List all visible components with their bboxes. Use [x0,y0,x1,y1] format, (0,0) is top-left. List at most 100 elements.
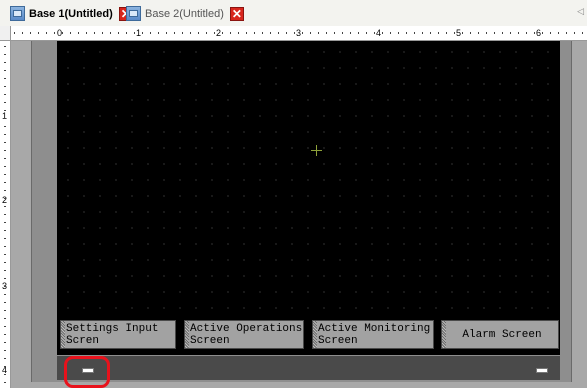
ruler-tick [534,32,535,34]
ruler-tick [374,32,375,34]
ruler-tick [254,32,255,34]
tab-label: Base 1(Untitled) [29,7,113,20]
ruler-tick [574,32,575,34]
ruler-tick [4,294,6,295]
ruler-tick [494,32,495,34]
ruler-tick [430,32,431,34]
base-screen-canvas[interactable] [57,41,560,315]
ruler-tick [4,270,6,271]
ruler-label: 1 [2,111,8,121]
ruler-tick [4,182,6,183]
tab-scroll-left-icon[interactable]: ◁ [577,6,584,17]
ruler-tick [270,32,271,34]
ruler-tick [4,318,6,319]
ruler-tick [102,32,103,34]
ruler-tick [4,78,6,79]
ruler-tick [4,350,6,351]
button-label-line: Screen [318,335,358,347]
button-label-line: Active Operations [190,323,303,335]
ruler-tick [582,32,583,34]
ruler-tick [4,158,6,159]
ruler-tick [4,62,6,63]
ruler-tick [4,214,6,215]
tab-label: Base 2(Untitled) [145,7,224,20]
ruler-tick [486,32,487,34]
button-label-line: Settings Input [66,323,159,335]
tab-base-2[interactable]: Base 2(Untitled) ✕ [126,3,244,24]
ruler-tick [4,190,6,191]
ruler-tick [222,32,223,34]
ruler-tick [174,32,175,34]
ruler-tick [4,222,6,223]
ruler-tick [4,262,6,263]
ruler-tick [454,32,455,34]
ruler-tick [4,54,6,55]
ruler-tick [94,32,95,34]
ruler-tick [4,174,6,175]
screen-icon [126,6,141,21]
ruler-tick [4,358,6,359]
ruler-tick [502,32,503,34]
ruler-tick [158,32,159,34]
ruler-label: 3 [296,28,302,38]
ruler-tick [198,32,199,34]
ruler-tick [246,32,247,34]
ruler-label: 2 [216,28,222,38]
ruler-tick [62,32,63,34]
ruler-tick [22,32,23,34]
editor-tab-bar: Base 1(Untitled) ✕ Base 2(Untitled) ✕ ◁ [0,0,587,27]
alarm-screen-button[interactable]: Alarm Screen [441,320,559,349]
ruler-tick [334,32,335,34]
ruler-tick [4,86,6,87]
ruler-tick [326,32,327,34]
ruler-tick [390,32,391,34]
ruler-tick [422,32,423,34]
ruler-tick [46,32,47,34]
ruler-tick [4,150,6,151]
active-operations-screen-button[interactable]: Active Operations Screen [184,320,304,349]
ruler-tick [366,32,367,34]
ruler-tick [38,32,39,34]
ruler-tick [510,32,511,34]
ruler-tick [86,32,87,34]
ruler-tick [414,32,415,34]
center-crosshair [316,145,317,156]
ruler-label: 1 [136,28,142,38]
ruler-label: 5 [456,28,462,38]
ruler-tick [4,206,6,207]
tab-base-1[interactable]: Base 1(Untitled) ✕ [10,3,133,24]
active-monitoring-screen-button[interactable]: Active Monitoring Screen [312,320,434,349]
ruler-tick [286,32,287,34]
screen-status-bar [57,356,560,380]
ruler-label: 4 [376,28,382,38]
ruler-tick [398,32,399,34]
ruler-tick [150,32,151,34]
ruler-tick [134,32,135,34]
ruler-tick [206,32,207,34]
ruler-tick [278,32,279,34]
ruler-tick [262,32,263,34]
minimize-icon[interactable] [536,368,548,373]
ruler-tick [558,32,559,34]
ruler-tick [566,32,567,34]
ruler-corner [0,26,11,41]
ruler-tick [542,32,543,34]
ruler-tick [190,32,191,34]
ruler-tick [518,32,519,34]
ruler-tick [4,326,6,327]
ruler-tick [4,166,6,167]
ruler-tick [318,32,319,34]
settings-input-screen-button[interactable]: Settings Input Scren [60,320,176,349]
ruler-tick [4,110,6,111]
ruler-tick [4,94,6,95]
ruler-tick [526,32,527,34]
ruler-tick [14,32,15,34]
screen-icon [10,6,25,21]
ruler-tick [4,118,6,119]
ruler-tick [382,32,383,34]
ruler-tick [4,302,6,303]
close-icon[interactable]: ✕ [229,6,244,21]
ruler-tick [4,254,6,255]
ruler-tick [550,32,551,34]
ruler-tick [4,134,6,135]
